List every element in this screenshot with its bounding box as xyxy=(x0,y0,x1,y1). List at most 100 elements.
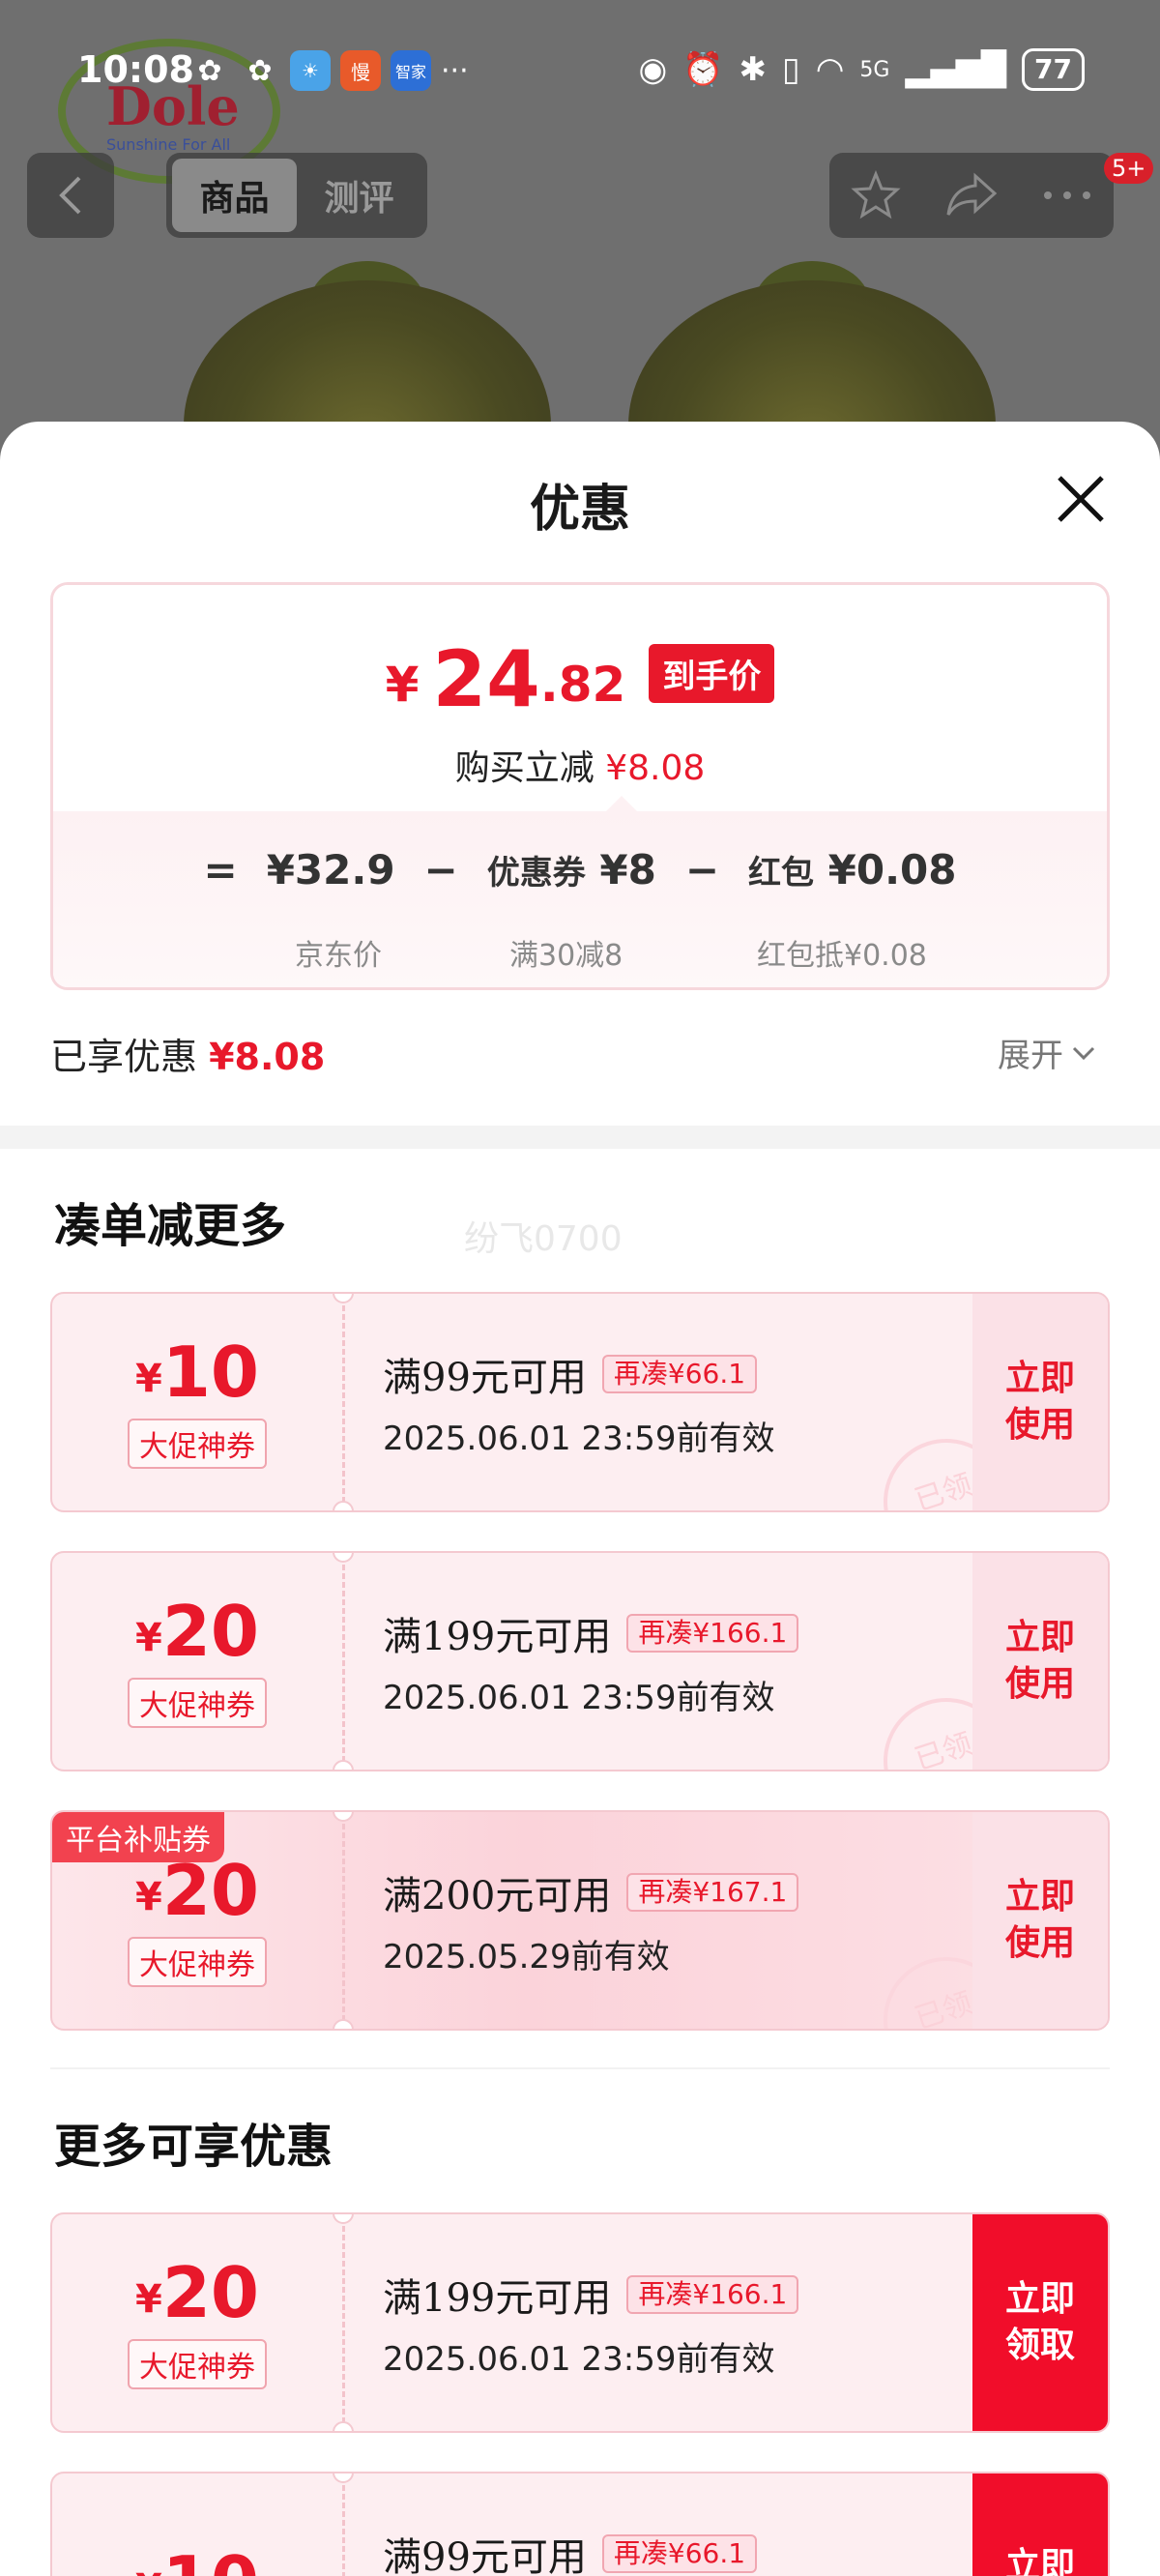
share-icon[interactable] xyxy=(944,172,999,219)
coupon-expiry: 2025.06.01 23:59前有效 xyxy=(383,1420,775,1458)
formula-coupon-label: 优惠券 xyxy=(486,854,586,893)
coupon-details: 满200元可用 再凑¥167.1 2025.05.29前有效 xyxy=(383,1864,799,1977)
base-price-caption: 京东价 xyxy=(295,939,382,973)
coupon-currency: ¥ xyxy=(134,1357,162,1401)
product-tabs: 商品 测评 xyxy=(166,153,427,238)
coupon-amount: 20 xyxy=(161,1591,260,1672)
expand-button[interactable]: 展开 xyxy=(998,1029,1096,1076)
coupon-remaining: 再凑¥66.1 xyxy=(601,2534,758,2573)
claim-coupon-label: 立即 xyxy=(1004,2546,1075,2576)
coupon-details: 满199元可用 再凑¥166.1 2025.06.01 23:59前有效 xyxy=(383,1605,799,1718)
coupon-type: 大促神券 xyxy=(128,1419,267,1469)
use-coupon-label: 立即使用 xyxy=(1004,1618,1075,1704)
favorite-star-icon[interactable] xyxy=(851,170,901,220)
notification-icons: ✿ ✿ ☀ 慢 智家 ··· xyxy=(189,50,469,91)
more-notifications-icon: ··· xyxy=(441,53,469,88)
price-decimal: .82 xyxy=(539,657,626,713)
wifi-icon: ◠ xyxy=(815,50,845,89)
coupon-remaining: 再凑¥166.1 xyxy=(626,2275,799,2314)
enjoyed-discount-value: ¥8.08 xyxy=(209,1036,326,1078)
coupon-amount: 10 xyxy=(162,2545,259,2576)
coupon-amount: 10 xyxy=(161,1332,260,1413)
coupon-value: ¥10 xyxy=(52,2474,342,2576)
coupon-expiry: 2025.05.29前有效 xyxy=(383,1938,670,1976)
coupon-value: ¥20 大促神券 xyxy=(52,2214,342,2431)
discount-sheet: 优惠 ¥ 24 .82 到手价 购买立减 ¥8.08 = ¥32.9 − 优惠券… xyxy=(0,422,1160,2576)
battery-indicator: 77 xyxy=(1022,48,1085,91)
claim-coupon-button[interactable]: 立即 xyxy=(972,2474,1108,2576)
watermark: 纷飞0700 xyxy=(464,1219,623,1259)
enjoyed-discount: 已享优惠 ¥8.08 xyxy=(50,1027,325,1080)
coupon-value: ¥20 大促神券 xyxy=(52,1812,342,2029)
haier-app-icon: 智家 xyxy=(391,50,431,91)
coupon-currency: ¥ xyxy=(134,1616,162,1660)
coupon-condition: 满99元可用 xyxy=(383,1356,587,1400)
coupon-type: 大促神券 xyxy=(128,2339,267,2389)
chevron-left-icon xyxy=(59,176,81,215)
coupon-details: 满99元可用 再凑¥66.1 2025.06.01 23:59前有效 xyxy=(383,1346,774,1459)
coupon-remaining: 再凑¥66.1 xyxy=(601,1355,758,1393)
use-coupon-button[interactable]: 立即使用 xyxy=(972,1294,1108,1510)
coupon-card: ¥10 大促神券 满99元可用 再凑¥66.1 2025.06.01 23:59前… xyxy=(50,1292,1110,1512)
section-divider xyxy=(0,1126,1160,1149)
more-menu-icon[interactable] xyxy=(1042,190,1092,201)
use-coupon-label: 立即使用 xyxy=(1004,1359,1075,1445)
wechat-icon: ✿ xyxy=(197,53,222,88)
coupon-amount: 20 xyxy=(161,1850,260,1931)
formula-minus: − xyxy=(423,846,458,893)
signal-icon: ▂▄▆█ xyxy=(905,50,1007,89)
coupon-condition: 满99元可用 xyxy=(383,2535,587,2576)
coupon-caption: 满30减8 xyxy=(509,939,624,973)
bluetooth-icon: ✱ xyxy=(739,50,768,89)
network-type: 5G xyxy=(859,57,890,82)
formula-minus: − xyxy=(684,846,720,893)
status-bar: 10:08 ✿ ✿ ☀ 慢 智家 ··· ◉ ⏰ ✱ ▯ ◠ 5G ▂▄▆█ 7… xyxy=(0,43,1160,101)
instant-discount-value: ¥8.08 xyxy=(605,748,706,788)
wechat-icon: ✿ xyxy=(247,53,273,88)
message-badge: 5+ xyxy=(1104,153,1154,184)
instant-discount-label: 购买立减 xyxy=(454,748,594,788)
coupon-amount: 20 xyxy=(161,2252,260,2333)
weather-icon: ☀ xyxy=(290,50,331,91)
formula-coupon-value: ¥8 xyxy=(599,846,656,893)
sheet-title: 优惠 xyxy=(529,481,630,539)
section-divider xyxy=(50,2067,1110,2069)
use-coupon-button[interactable]: 立即使用 xyxy=(972,1812,1108,2029)
coupon-condition: 满199元可用 xyxy=(383,2276,612,2321)
claim-coupon-button[interactable]: 立即领取 xyxy=(972,2214,1108,2431)
coupon-currency: ¥ xyxy=(134,2277,162,2322)
vibrate-icon: ▯ xyxy=(782,50,800,89)
enjoyed-discount-label: 已享优惠 xyxy=(50,1036,198,1078)
coupon-card: ¥20 大促神券 满199元可用 再凑¥166.1 2025.06.01 23:5… xyxy=(50,2212,1110,2433)
section-title-more-offers: 更多可享优惠 xyxy=(54,2120,334,2174)
platform-coupon-card: 平台补贴券 ¥20 大促神券 满200元可用 再凑¥167.1 2025.05.2… xyxy=(50,1810,1110,2031)
coupon-value: ¥20 大促神券 xyxy=(52,1553,342,1770)
chevron-down-icon xyxy=(1072,1046,1095,1060)
coupon-details: 满199元可用 再凑¥166.1 2025.06.01 23:59前有效 xyxy=(383,2267,799,2380)
close-icon[interactable] xyxy=(1054,472,1108,526)
eye-icon: ◉ xyxy=(638,50,668,89)
coupon-remaining: 再凑¥167.1 xyxy=(626,1873,799,1912)
final-price: ¥ 24 .82 到手价 xyxy=(53,641,1107,718)
system-icons: ◉ ⏰ ✱ ▯ ◠ 5G ▂▄▆█ 77 xyxy=(638,48,1085,91)
final-price-tag: 到手价 xyxy=(649,644,775,703)
price-formula: = ¥32.9 − 优惠券 ¥8 − 红包 ¥0.08 xyxy=(53,846,1107,893)
coupon-remaining: 再凑¥166.1 xyxy=(626,1614,799,1653)
use-coupon-button[interactable]: 立即使用 xyxy=(972,1553,1108,1770)
coupon-expiry: 2025.06.01 23:59前有效 xyxy=(383,2340,775,2379)
coupon-value: ¥10 大促神券 xyxy=(52,1294,342,1510)
tab-review[interactable]: 测评 xyxy=(297,159,421,232)
tab-product[interactable]: 商品 xyxy=(172,159,297,232)
coupon-condition: 满199元可用 xyxy=(383,1615,612,1659)
coupon-card: ¥20 大促神券 满199元可用 再凑¥166.1 2025.06.01 23:5… xyxy=(50,1551,1110,1771)
alarm-icon: ⏰ xyxy=(682,50,724,89)
coupon-condition: 满200元可用 xyxy=(383,1874,612,1918)
coupon-expiry: 2025.06.01 23:59前有效 xyxy=(383,1679,775,1717)
man-app-icon: 慢 xyxy=(340,50,381,91)
coupon-type: 大促神券 xyxy=(128,1678,267,1728)
back-button[interactable] xyxy=(27,153,114,238)
brand-tagline: Sunshine For All xyxy=(106,135,231,154)
coupon-card: ¥10 满99元可用再凑¥66.1 立即 xyxy=(50,2472,1110,2576)
section-title-more-savings: 凑单减更多 xyxy=(54,1199,287,1253)
top-actions xyxy=(829,153,1114,238)
